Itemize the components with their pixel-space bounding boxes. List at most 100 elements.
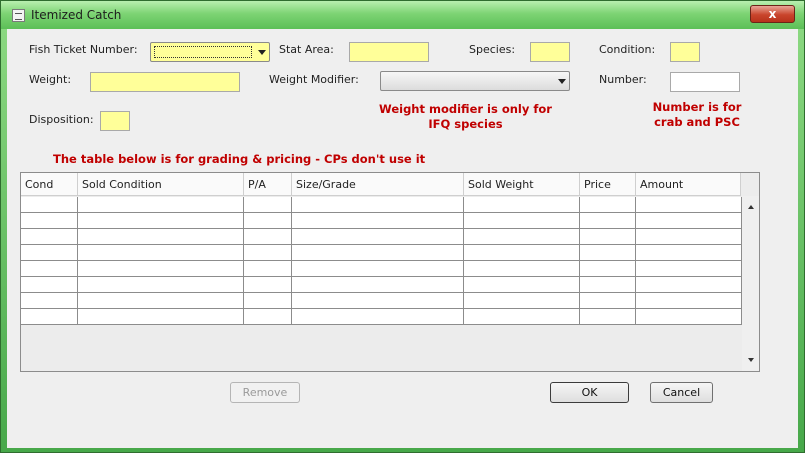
table-row[interactable]: [21, 197, 742, 213]
cancel-button[interactable]: Cancel: [650, 382, 713, 403]
column-header-sold-condition[interactable]: Sold Condition: [78, 173, 244, 196]
cell-pa[interactable]: [244, 277, 292, 293]
cell-size-grade[interactable]: [292, 197, 464, 213]
table-row[interactable]: [21, 293, 742, 309]
cell-pa[interactable]: [244, 261, 292, 277]
disposition-label: Disposition:: [29, 113, 94, 126]
weight-modifier-select[interactable]: [380, 71, 570, 91]
cell-cond[interactable]: [21, 197, 78, 213]
ok-button[interactable]: OK: [550, 382, 629, 403]
condition-input[interactable]: [670, 42, 700, 62]
cell-pa[interactable]: [244, 309, 292, 325]
cell-cond[interactable]: [21, 213, 78, 229]
window-title: Itemized Catch: [31, 8, 122, 22]
focus-indicator: [154, 46, 252, 58]
table-row[interactable]: [21, 229, 742, 245]
cell-pa[interactable]: [244, 229, 292, 245]
cell-price[interactable]: [580, 245, 636, 261]
cell-price[interactable]: [580, 213, 636, 229]
cell-price[interactable]: [580, 229, 636, 245]
cell-cond[interactable]: [21, 245, 78, 261]
stat-area-label: Stat Area:: [279, 43, 334, 56]
remove-button[interactable]: Remove: [230, 382, 300, 403]
table-row[interactable]: [21, 213, 742, 229]
cell-amount[interactable]: [636, 213, 742, 229]
table-row[interactable]: [21, 277, 742, 293]
cell-sold-weight[interactable]: [464, 309, 580, 325]
cell-amount[interactable]: [636, 261, 742, 277]
stat-area-input[interactable]: [349, 42, 429, 62]
close-button[interactable]: x: [750, 5, 795, 23]
cell-sold-weight[interactable]: [464, 197, 580, 213]
column-header-sold-weight[interactable]: Sold Weight: [464, 173, 580, 196]
cell-sold-condition[interactable]: [78, 229, 244, 245]
cell-pa[interactable]: [244, 197, 292, 213]
table-row[interactable]: [21, 261, 742, 277]
number-note: Number is for crab and PSC: [652, 100, 742, 129]
fish-ticket-number-select[interactable]: [150, 42, 270, 62]
cell-size-grade[interactable]: [292, 245, 464, 261]
column-header-cond[interactable]: Cond: [21, 173, 78, 196]
number-label: Number:: [599, 73, 647, 86]
cell-sold-weight[interactable]: [464, 277, 580, 293]
window-icon: [12, 9, 25, 22]
cell-sold-condition[interactable]: [78, 277, 244, 293]
cell-price[interactable]: [580, 277, 636, 293]
cell-amount[interactable]: [636, 293, 742, 309]
species-input[interactable]: [530, 42, 570, 62]
cell-pa[interactable]: [244, 213, 292, 229]
cell-cond[interactable]: [21, 309, 78, 325]
table-header: Cond Sold Condition P/A Size/Grade Sold …: [21, 173, 741, 196]
cell-sold-condition[interactable]: [78, 309, 244, 325]
cell-sold-weight[interactable]: [464, 245, 580, 261]
cell-amount[interactable]: [636, 277, 742, 293]
cell-sold-weight[interactable]: [464, 261, 580, 277]
cell-amount[interactable]: [636, 197, 742, 213]
cell-price[interactable]: [580, 293, 636, 309]
cell-sold-weight[interactable]: [464, 293, 580, 309]
scroll-down-arrow-icon[interactable]: [748, 358, 754, 362]
cell-size-grade[interactable]: [292, 213, 464, 229]
number-input[interactable]: [670, 72, 740, 92]
cell-sold-condition[interactable]: [78, 245, 244, 261]
table-scrollbar[interactable]: [742, 196, 759, 371]
cell-sold-condition[interactable]: [78, 261, 244, 277]
weight-input[interactable]: [90, 72, 240, 92]
cell-sold-condition[interactable]: [78, 293, 244, 309]
chevron-down-icon: [558, 79, 566, 84]
cell-price[interactable]: [580, 197, 636, 213]
cell-size-grade[interactable]: [292, 309, 464, 325]
cell-size-grade[interactable]: [292, 277, 464, 293]
cell-cond[interactable]: [21, 261, 78, 277]
itemized-catch-window: Itemized Catch x Fish Ticket Number: Sta…: [0, 0, 805, 453]
chevron-down-icon: [258, 50, 266, 55]
column-header-size-grade[interactable]: Size/Grade: [292, 173, 464, 196]
cell-cond[interactable]: [21, 277, 78, 293]
cell-amount[interactable]: [636, 309, 742, 325]
table-row[interactable]: [21, 245, 742, 261]
column-header-amount[interactable]: Amount: [636, 173, 741, 196]
cell-amount[interactable]: [636, 245, 742, 261]
cell-cond[interactable]: [21, 229, 78, 245]
column-header-pa[interactable]: P/A: [244, 173, 292, 196]
table-row[interactable]: [21, 309, 742, 325]
column-header-price[interactable]: Price: [580, 173, 636, 196]
cell-size-grade[interactable]: [292, 229, 464, 245]
cell-size-grade[interactable]: [292, 293, 464, 309]
cell-amount[interactable]: [636, 229, 742, 245]
cell-sold-weight[interactable]: [464, 229, 580, 245]
cell-price[interactable]: [580, 309, 636, 325]
title-bar[interactable]: Itemized Catch x: [1, 1, 804, 29]
cell-cond[interactable]: [21, 293, 78, 309]
cell-pa[interactable]: [244, 245, 292, 261]
cell-sold-weight[interactable]: [464, 213, 580, 229]
cell-sold-condition[interactable]: [78, 197, 244, 213]
disposition-input[interactable]: [100, 111, 130, 131]
cell-sold-condition[interactable]: [78, 213, 244, 229]
cell-size-grade[interactable]: [292, 261, 464, 277]
cell-pa[interactable]: [244, 293, 292, 309]
scroll-up-arrow-icon[interactable]: [748, 205, 754, 209]
grading-pricing-table[interactable]: Cond Sold Condition P/A Size/Grade Sold …: [20, 172, 760, 372]
dialog-client-area: Fish Ticket Number: Stat Area: Species: …: [7, 29, 798, 448]
cell-price[interactable]: [580, 261, 636, 277]
